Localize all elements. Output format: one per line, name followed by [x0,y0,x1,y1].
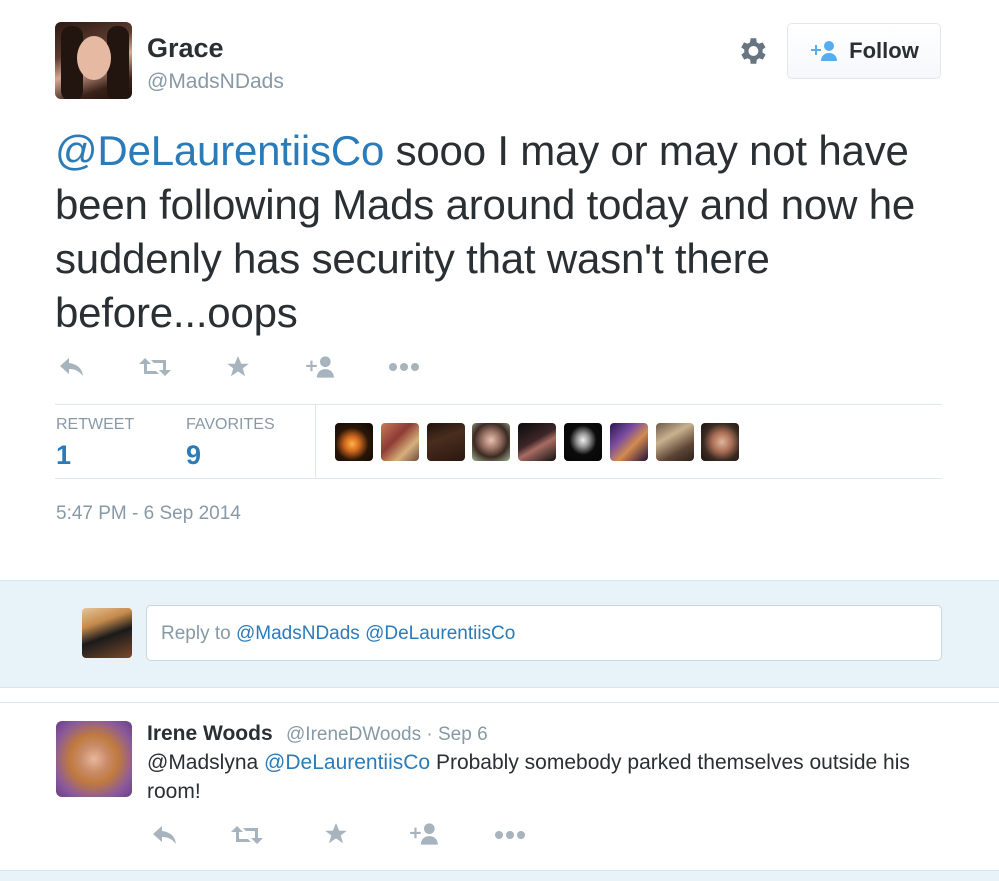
author-handle[interactable]: @MadsNDads [147,70,284,94]
author-avatar[interactable] [55,22,132,99]
favoriter-avatar[interactable] [472,423,510,461]
follow-icon [306,356,334,378]
reply-author-name[interactable]: Irene Woods [147,722,273,746]
follow-action[interactable] [302,352,338,382]
favorites-count[interactable]: 9 [186,440,201,471]
stats-vertical-divider [315,405,316,478]
gear-icon[interactable] [735,34,769,68]
stats-bottom-divider [55,478,942,479]
reply-tweet-follow-action[interactable] [406,819,442,849]
follow-person-icon [811,41,838,61]
follow-button[interactable]: Follow [787,23,941,79]
reply-tweet-mention-1[interactable]: @Madslyna [147,751,258,774]
reply-mention-1: @MadsNDads [235,623,360,644]
current-user-avatar[interactable] [82,608,132,658]
favoriter-avatar[interactable] [518,423,556,461]
favorite-icon [325,823,347,844]
reply-icon [153,826,176,844]
reply-tweet-mention-2[interactable]: @DeLaurentiisCo [264,751,430,774]
reply-mention-2: @DeLaurentiisCo [365,623,516,644]
bottom-band [0,870,999,881]
retweet-icon [139,358,171,376]
tweet-timestamp[interactable]: 5:47 PM - 6 Sep 2014 [56,503,241,525]
reply-tweet-reply-action[interactable] [147,820,183,850]
reply-tweet-favorite-action[interactable] [318,819,354,849]
more-action[interactable] [386,352,422,382]
author-name[interactable]: Grace [147,33,224,64]
reply-prefix: Reply to [161,623,236,644]
reply-tweet-text: @Madslyna @DeLaurentiisCo Probably someb… [147,748,947,806]
reply-input[interactable]: Reply to @MadsNDads @DeLaurentiisCo [146,605,942,661]
favoriter-avatar[interactable] [381,423,419,461]
stats-top-divider [55,404,942,405]
favoriter-avatar[interactable] [701,423,739,461]
favorite-icon [227,356,249,377]
retweet-action[interactable] [137,352,173,382]
favorites-label[interactable]: FAVORITES [186,416,275,434]
favoriter-avatar[interactable] [427,423,465,461]
more-icon [389,363,419,371]
reply-tweet-retweet-action[interactable] [229,820,265,850]
reply-tweet-more-action[interactable] [492,820,528,850]
more-icon [495,831,525,839]
tweet-mention[interactable]: @DeLaurentiisCo [55,127,384,174]
favorite-action[interactable] [220,352,256,382]
favoriter-avatar[interactable] [564,423,602,461]
favoriter-avatar[interactable] [335,423,373,461]
reply-icon [60,358,83,376]
follow-icon [410,823,438,845]
reply-author-avatar[interactable] [56,721,132,797]
tweet-text: @DeLaurentiisCo sooo I may or may not ha… [55,124,935,340]
follow-button-label: Follow [849,38,919,63]
favoriter-avatar[interactable] [610,423,648,461]
retweet-label[interactable]: RETWEET [56,416,134,434]
retweet-count[interactable]: 1 [56,440,71,471]
reply-author-handle-time[interactable]: @IreneDWoods · Sep 6 [286,724,488,746]
retweet-icon [231,826,263,844]
reply-action[interactable] [54,352,90,382]
favoriter-avatar[interactable] [656,423,694,461]
